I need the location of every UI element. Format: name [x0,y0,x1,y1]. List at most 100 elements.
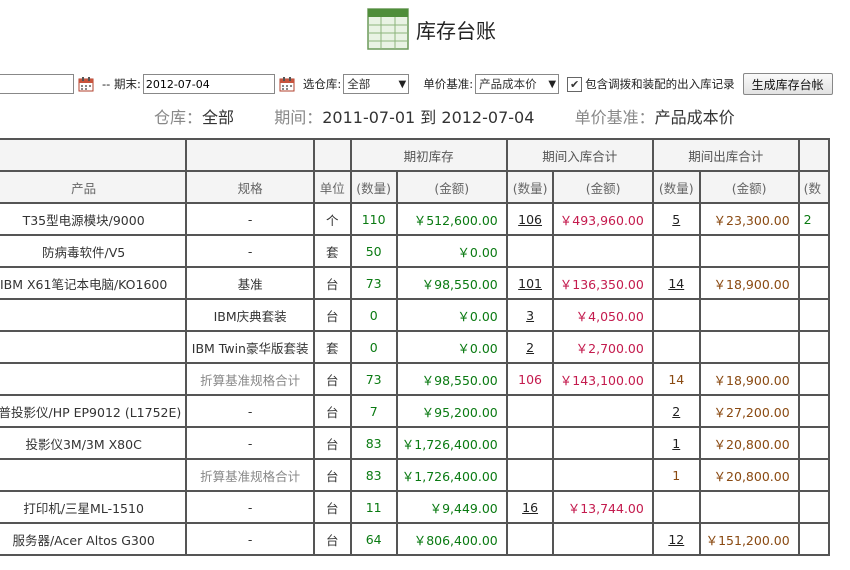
in-qty-link[interactable]: 101 [518,276,542,291]
cell-open-qty: 83 [349,426,398,460]
cell-spec: 折算基准规格合计 [185,458,315,492]
include-transfer-label: 包含调拨和装配的出入库记录 [585,77,735,91]
in-qty-link[interactable]: 106 [518,212,542,227]
cell-extra-qty [797,490,831,524]
cell-open-amount: ￥512,600.00 [395,202,508,236]
in-qty-link[interactable]: 2 [526,340,534,355]
cell-open-qty: 7 [349,394,398,428]
cell-in-amount: ￥136,350.00 [552,266,654,300]
cell-out-amount [698,490,800,524]
summary-warehouse-key: 仓库： [154,108,203,127]
cell-extra-qty [797,458,831,492]
col-out-amount: (金额) [698,170,800,204]
cell-unit: 台 [312,394,352,428]
cell-open-qty: 50 [349,234,398,268]
filter-bar: -- 期末: 选仓库: 全部 ▼ 单价基准: 产品成本价 ▼ ✔ 包含调拨和装配… [0,72,833,96]
out-qty-link[interactable]: 2 [672,404,680,419]
cell-out-qty: 1 [651,426,701,460]
cell-unit: 套 [312,234,352,268]
start-date-input[interactable] [0,74,74,94]
out-qty-link[interactable]: 1 [672,436,680,451]
table-row: IBM Twin豪华版套装 套 0 ￥0.00 2 ￥2,700.00 [0,330,831,364]
cell-in-qty: 106 [505,362,555,396]
summary-price-key: 单价基准： [574,108,655,127]
cell-extra-qty [797,234,831,268]
cell-in-qty: 106 [505,202,555,236]
cell-open-amount: ￥0.00 [395,234,508,268]
calendar-icon[interactable] [279,76,295,92]
cell-open-amount: ￥806,400.00 [395,522,508,556]
include-transfer-checkbox[interactable]: ✔ [567,76,583,92]
cell-product: 打印机/三星ML-1510 [0,490,188,524]
cell-out-qty: 14 [651,362,701,396]
table-group-header: 期初库存 期间入库合计 期间出库合计 [0,138,831,172]
cell-spec: 折算基准规格合计 [185,362,315,396]
cell-in-amount [552,234,654,268]
cell-open-qty: 11 [349,490,398,524]
table-row: 打印机/三星ML-1510 - 台 11 ￥9,449.00 16 ￥13,74… [0,490,831,524]
cell-spec: - [185,426,315,460]
cell-in-qty [505,234,555,268]
header-period-inbound: 期间入库合计 [505,138,654,172]
col-in-qty: (数量) [505,170,555,204]
cell-in-amount: ￥13,744.00 [552,490,654,524]
cell-extra-qty [797,298,831,332]
summary-warehouse-value: 全部 [202,108,235,127]
cell-spec: - [185,234,315,268]
col-open-qty: (数量) [349,170,398,204]
cell-open-qty: 73 [349,362,398,396]
summary-price-value: 产品成本价 [654,108,735,127]
cell-open-amount: ￥1,726,400.00 [395,426,508,460]
cell-out-amount: ￥20,800.00 [698,458,800,492]
summary-period-value: 2011-07-01 到 2012-07-04 [322,108,535,127]
cell-out-amount: ￥23,300.00 [698,202,800,236]
cell-open-qty: 64 [349,522,398,556]
cell-out-qty [651,490,701,524]
cell-open-amount: ￥98,550.00 [395,362,508,396]
col-in-amount: (金额) [552,170,654,204]
col-out-qty: (数量) [651,170,701,204]
col-open-amount: (金额) [395,170,508,204]
out-qty-link[interactable]: 12 [668,532,684,547]
in-qty-link[interactable]: 16 [522,500,538,515]
cell-in-qty [505,522,555,556]
cell-unit: 套 [312,330,352,364]
cell-spec: - [185,202,315,236]
out-qty-link[interactable]: 5 [672,212,680,227]
cell-spec: - [185,522,315,556]
cell-extra-qty [797,522,831,556]
end-date-input[interactable] [142,74,275,94]
cell-product: 投影仪3M/3M X80C [0,426,188,460]
cell-unit: 个 [312,202,352,236]
table-row: 投影仪3M/3M X80C - 台 83 ￥1,726,400.00 1 ￥20… [0,426,831,460]
cell-in-qty [505,458,555,492]
in-qty-link[interactable]: 3 [526,308,534,323]
cell-in-qty: 3 [505,298,555,332]
price-basis-select[interactable]: 产品成本价 ▼ [475,74,560,94]
table-column-header: 产品 规格 单位 (数量) (金额) (数量) (金额) (数量) (金额) (… [0,170,831,204]
cell-open-amount: ￥95,200.00 [395,394,508,428]
cell-open-amount: ￥9,449.00 [395,490,508,524]
warehouse-select-value: 全部 [347,77,371,91]
cell-product: 防病毒软件/V5 [0,234,188,268]
cell-open-amount: ￥0.00 [395,330,508,364]
generate-ledger-button[interactable]: 生成库存台帐 [742,73,833,95]
cell-unit: 台 [312,298,352,332]
calendar-icon[interactable] [78,76,94,92]
cell-product: T35型电源模块/9000 [0,202,188,236]
cell-out-qty: 1 [651,458,701,492]
ledger-grid-icon [367,8,409,50]
cell-out-amount: ￥20,800.00 [698,426,800,460]
inventory-ledger-table: 期初库存 期间入库合计 期间出库合计 产品 规格 单位 (数量) (金额) (数… [0,138,831,556]
cell-open-qty: 110 [349,202,398,236]
cell-in-amount [552,522,654,556]
cell-out-amount [698,330,800,364]
cell-open-qty: 0 [349,298,398,332]
cell-open-qty: 0 [349,330,398,364]
cell-product: IBM X61笔记本电脑/KO1600 [0,266,188,300]
cell-product [0,330,188,364]
out-qty-link[interactable]: 14 [668,276,684,291]
warehouse-select[interactable]: 全部 ▼ [343,74,410,94]
end-date-label: -- 期末: [102,77,141,91]
cell-out-qty: 14 [651,266,701,300]
